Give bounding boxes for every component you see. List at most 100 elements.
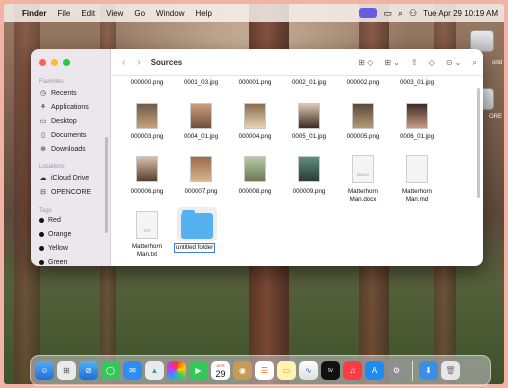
display-icon[interactable]: ▭ bbox=[383, 8, 392, 19]
search-icon[interactable]: ⌕ bbox=[473, 58, 477, 68]
menu-go[interactable]: Go bbox=[134, 9, 145, 18]
sidebar-item-label: Applications bbox=[51, 103, 89, 111]
image-thumbnail[interactable] bbox=[190, 156, 212, 182]
sidebar-item-documents[interactable]: ▯ Documents bbox=[39, 131, 86, 140]
contacts-icon[interactable]: ◉ bbox=[233, 361, 252, 380]
image-thumbnail[interactable] bbox=[298, 156, 320, 182]
file-item-label[interactable]: 0003_01.jpg bbox=[395, 79, 439, 87]
sidebar-item-downloads[interactable]: ⊕ Downloads bbox=[39, 145, 86, 154]
close-button[interactable] bbox=[39, 59, 46, 66]
more-icon[interactable]: ⊙ ⌄ bbox=[446, 58, 462, 67]
sidebar-item-tag-yellow[interactable]: Yellow bbox=[39, 245, 68, 252]
user-icon[interactable]: ⚇ bbox=[409, 8, 417, 19]
search-icon[interactable]: ⌕ bbox=[398, 8, 403, 19]
music-icon[interactable]: ♫ bbox=[343, 361, 362, 380]
menu-edit[interactable]: Edit bbox=[81, 9, 95, 18]
safari-icon[interactable]: ⊘ bbox=[79, 361, 98, 380]
sidebar-item-desktop[interactable]: ▭ Desktop bbox=[39, 117, 77, 126]
icon-view-icon[interactable]: ⊞ ◇ bbox=[358, 58, 373, 67]
minimize-button[interactable] bbox=[51, 59, 58, 66]
finder-icon[interactable]: ☺ bbox=[35, 361, 54, 380]
tag-icon[interactable]: ◇ bbox=[429, 58, 435, 67]
forward-icon[interactable]: › bbox=[137, 57, 140, 68]
notes-icon[interactable]: ▭ bbox=[277, 361, 296, 380]
downloads-stack-icon[interactable]: ⬇ bbox=[419, 361, 438, 380]
menu-app-finder[interactable]: Finder bbox=[22, 9, 46, 18]
sidebar-scrollbar[interactable] bbox=[105, 137, 108, 233]
file-item-label[interactable]: 000000.png bbox=[125, 79, 169, 87]
file-item-label[interactable]: 000007.png bbox=[179, 188, 223, 196]
clock[interactable]: Tue Apr 29 10:19 AM bbox=[423, 9, 498, 18]
markdown-file-icon[interactable] bbox=[406, 155, 428, 183]
image-thumbnail[interactable] bbox=[244, 156, 266, 182]
sidebar-section-tags: Tags bbox=[39, 208, 52, 214]
image-thumbnail[interactable] bbox=[244, 103, 266, 129]
file-item-label[interactable]: 0005_01.jpg bbox=[287, 133, 331, 141]
photos-icon[interactable] bbox=[167, 361, 186, 380]
facetime-icon[interactable]: ▶ bbox=[189, 361, 208, 380]
reminders-icon[interactable]: ☰ bbox=[255, 361, 274, 380]
tv-icon[interactable]: tv bbox=[321, 361, 340, 380]
sidebar-item-tag-orange[interactable]: Orange bbox=[39, 231, 71, 238]
folder-icon[interactable] bbox=[181, 210, 213, 239]
sidebar-item-applications[interactable]: ⚘ Applications bbox=[39, 103, 89, 112]
file-item-label[interactable]: 0001_03.jpg bbox=[179, 79, 223, 87]
image-thumbnail[interactable] bbox=[406, 103, 428, 129]
group-icon[interactable]: ⊞ ⌄ bbox=[384, 58, 400, 67]
maps-icon[interactable]: ▲ bbox=[145, 361, 164, 380]
sidebar-item-icloud[interactable]: ☁ iCloud Drive bbox=[39, 174, 90, 183]
sidebar-section-favorites: Favorites bbox=[39, 79, 64, 85]
file-item-label[interactable]: 000004.png bbox=[233, 133, 277, 141]
trash-icon[interactable]: 🗑 bbox=[441, 361, 460, 380]
image-thumbnail[interactable] bbox=[352, 103, 374, 129]
folder-rename-field[interactable]: untitled folder bbox=[174, 243, 216, 253]
applications-icon: ⚘ bbox=[39, 104, 47, 111]
app-store-icon[interactable]: A bbox=[365, 361, 384, 380]
menu-window[interactable]: Window bbox=[156, 9, 184, 18]
launchpad-icon[interactable]: ⊞ bbox=[57, 361, 76, 380]
drive-icon: ⊟ bbox=[40, 189, 46, 196]
status-area: ▭ ⌕ ⚇ Tue Apr 29 10:19 AM bbox=[359, 4, 498, 22]
sidebar-item-tag-red[interactable]: Red bbox=[39, 217, 61, 224]
calendar-day: 29 bbox=[215, 368, 226, 379]
menu-file[interactable]: File bbox=[57, 9, 70, 18]
image-thumbnail[interactable] bbox=[190, 103, 212, 129]
zoom-button[interactable] bbox=[63, 59, 70, 66]
freeform-icon[interactable]: ∿ bbox=[299, 361, 318, 380]
file-item-label[interactable]: Matterhorn Man.txt bbox=[125, 243, 169, 259]
image-thumbnail[interactable] bbox=[298, 103, 320, 129]
messages-icon[interactable]: ◯ bbox=[101, 361, 120, 380]
share-icon[interactable]: ⇪ bbox=[411, 58, 418, 67]
menu-help[interactable]: Help bbox=[195, 9, 211, 18]
sidebar-item-tag-green[interactable]: Green bbox=[39, 259, 67, 266]
sidebar-item-recents[interactable]: ◷ Recents bbox=[39, 89, 77, 98]
file-item-label[interactable]: 0004_01.jpg bbox=[179, 133, 223, 141]
txt-file-icon[interactable]: TXT bbox=[136, 211, 158, 239]
back-icon[interactable]: ‹ bbox=[122, 57, 125, 68]
file-item-label[interactable]: 0002_01.jpg bbox=[287, 79, 331, 87]
docx-file-icon[interactable]: DOCX bbox=[352, 155, 374, 183]
window-title: Sources bbox=[150, 57, 183, 67]
file-item-label[interactable]: Matterhorn Man.md bbox=[395, 188, 439, 204]
sidebar-item-opencore[interactable]: ⊟ OPENCORE bbox=[39, 188, 91, 197]
screen-recording-indicator[interactable] bbox=[359, 8, 378, 18]
file-item-label[interactable]: 000005.png bbox=[341, 133, 385, 141]
system-settings-icon[interactable]: ⚙ bbox=[387, 361, 406, 380]
calendar-icon[interactable]: APR 29 bbox=[211, 361, 230, 380]
mail-icon[interactable]: ✉ bbox=[123, 361, 142, 380]
file-item-label[interactable]: 000008.png bbox=[233, 188, 277, 196]
image-thumbnail[interactable] bbox=[136, 103, 158, 129]
file-item-label[interactable]: 000006.png bbox=[125, 188, 169, 196]
file-item-label[interactable]: 000003.png bbox=[125, 133, 169, 141]
file-item-label[interactable]: Matterhorn Man.docx bbox=[341, 188, 385, 204]
file-item-label[interactable]: 000002.png bbox=[341, 79, 385, 87]
menu-view[interactable]: View bbox=[106, 9, 123, 18]
image-thumbnail[interactable] bbox=[136, 156, 158, 182]
file-item-label[interactable]: 000009.png bbox=[287, 188, 331, 196]
sidebar-item-label: Orange bbox=[48, 231, 72, 238]
sidebar-item-label: Yellow bbox=[48, 245, 68, 252]
sidebar-section-locations: Locations bbox=[39, 164, 65, 170]
file-item-label[interactable]: 000001.png bbox=[233, 79, 277, 87]
content-scrollbar[interactable] bbox=[477, 88, 480, 198]
file-item-label[interactable]: 0006_01.jpg bbox=[395, 133, 439, 141]
